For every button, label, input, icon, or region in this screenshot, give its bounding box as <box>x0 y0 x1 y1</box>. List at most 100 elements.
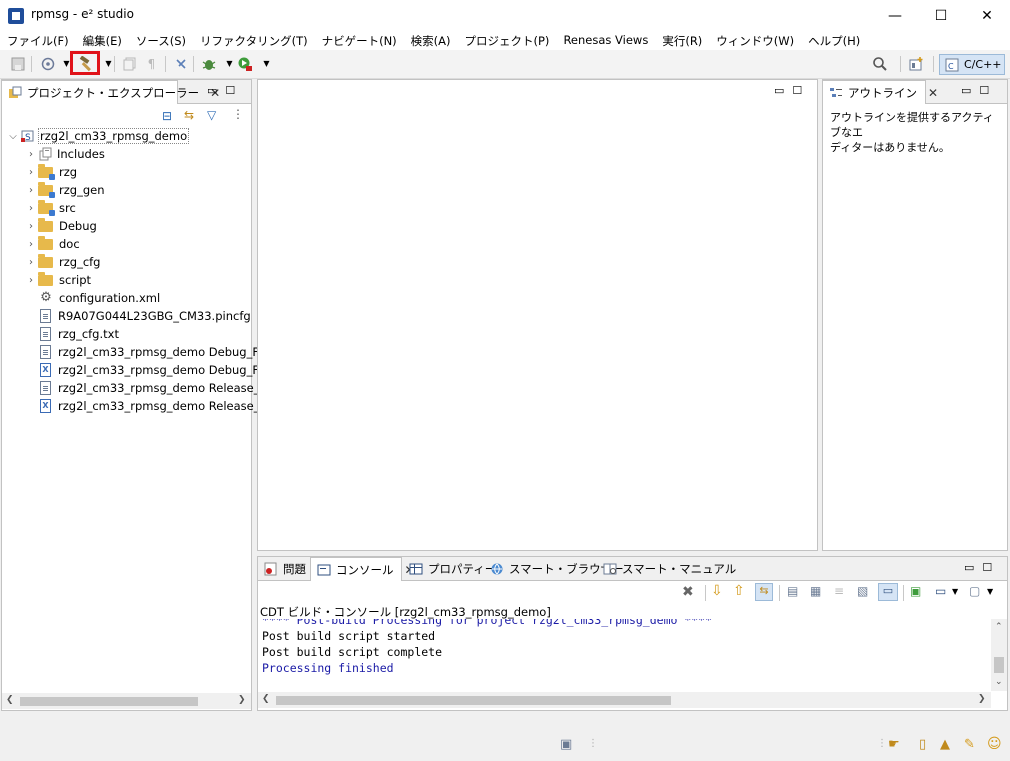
display-console-chevron-icon[interactable]: ▼ <box>952 587 958 596</box>
menu-project[interactable]: プロジェクト(P) <box>458 31 557 50</box>
close-icon[interactable]: ✕ <box>928 86 938 100</box>
menu-source[interactable]: ソース(S) <box>129 31 193 50</box>
tree-row-includes[interactable]: › Includes <box>24 145 105 163</box>
tab-project-explorer[interactable]: プロジェクト・エクスプローラー ✕ <box>1 80 220 104</box>
status-graduation-cap-icon[interactable]: ▲ <box>940 737 950 752</box>
tree-row-debug[interactable]: › Debug <box>24 217 97 235</box>
copy-icon[interactable] <box>121 55 138 72</box>
console-vertical-scrollbar[interactable]: ⌃ ⌄ <box>991 619 1007 691</box>
close-button[interactable]: ✕ <box>964 0 1010 31</box>
next-arrow-down-icon[interactable]: ⇩ <box>711 583 723 599</box>
link-with-editor-icon[interactable]: ⇆ <box>184 108 194 122</box>
run-icon[interactable] <box>236 55 253 72</box>
previous-arrow-up-icon[interactable]: ⇧ <box>733 583 745 599</box>
debug-bug-icon[interactable] <box>200 55 217 72</box>
open-console-icon[interactable]: ▢ <box>969 584 980 598</box>
display-console-icon[interactable]: ▭ <box>935 584 946 598</box>
toggle-mark-icon[interactable] <box>172 55 189 72</box>
scrollbar-thumb[interactable] <box>994 657 1004 673</box>
scroll-right-icon[interactable]: ❯ <box>238 695 246 705</box>
open-console-chevron-icon[interactable]: ▼ <box>987 587 993 596</box>
editor-minimize-maximize-icons[interactable]: ▭☐ <box>774 84 810 97</box>
clear-console-icon[interactable]: ▧ <box>857 584 868 598</box>
tree-row-doc[interactable]: › doc <box>24 235 80 253</box>
tree-row-release-flat-2[interactable]: X rzg2l_cm33_rpmsg_demo Release_Fl <box>38 397 269 415</box>
chevron-right-icon[interactable]: › <box>24 239 38 250</box>
chevron-down-icon[interactable]: ⌵ <box>6 131 20 142</box>
tab-console[interactable]: コンソール ✕ <box>310 557 415 581</box>
fast-view-icon[interactable]: ▣ <box>560 737 572 752</box>
tab-smart-manual[interactable]: スマート・マニュアル <box>597 557 736 581</box>
tree-row-script[interactable]: › script <box>24 271 91 289</box>
console-minimize-maximize-icons[interactable]: ▭☐ <box>964 561 1000 574</box>
cpp-perspective-button[interactable]: C C/C++ <box>939 54 1005 75</box>
copy-console-icon[interactable]: ▤ <box>787 584 798 598</box>
scroll-up-icon[interactable]: ⌃ <box>995 622 1003 632</box>
minimize-button[interactable]: — <box>872 0 918 31</box>
tab-problems[interactable]: 問題 <box>258 557 309 581</box>
scroll-lock-icon[interactable]: ▦ <box>810 584 821 598</box>
pin-console-icon[interactable]: ▣ <box>910 584 921 598</box>
explorer-horizontal-scrollbar[interactable]: ❮ ❯ <box>2 693 251 709</box>
collapse-all-icon[interactable]: ⊟ <box>162 109 172 123</box>
menu-refactor[interactable]: リファクタリング(T) <box>193 31 315 50</box>
scroll-left-icon[interactable]: ❮ <box>6 695 14 705</box>
chevron-right-icon[interactable]: › <box>24 149 38 160</box>
console-horizontal-scrollbar[interactable]: ❮ ❯ <box>258 692 991 708</box>
build-hammer-icon[interactable] <box>77 55 94 72</box>
chevron-right-icon[interactable]: › <box>24 221 38 232</box>
scrollbar-thumb[interactable] <box>276 696 671 705</box>
open-perspective-icon[interactable] <box>908 55 925 72</box>
menu-renesas-views[interactable]: Renesas Views <box>556 31 655 50</box>
chevron-right-icon[interactable]: › <box>24 185 38 196</box>
status-magic-wand-icon[interactable]: ✎ <box>964 737 975 752</box>
chevron-right-icon[interactable]: › <box>24 203 38 214</box>
menu-navigate[interactable]: ナビゲート(N) <box>315 31 404 50</box>
status-book-icon[interactable]: ▯ <box>919 737 926 752</box>
tab-properties[interactable]: プロパティー <box>403 557 496 581</box>
menu-help[interactable]: ヘルプ(H) <box>801 31 867 50</box>
tree-row-project[interactable]: ⌵ S rzg2l_cm33_rpmsg_demo <box>6 127 190 145</box>
tree-row-src[interactable]: › src <box>24 199 76 217</box>
explorer-minimize-maximize-icons[interactable]: ▭☐ <box>207 84 243 97</box>
filter-icon[interactable]: ▽ <box>207 108 216 122</box>
tab-outline[interactable]: アウトライン ✕ <box>822 80 938 104</box>
scrollbar-thumb[interactable] <box>20 697 198 706</box>
status-hand-icon[interactable]: ☛ <box>888 737 900 752</box>
word-wrap-icon[interactable]: ≡ <box>834 584 844 598</box>
status-smiley-icon[interactable]: ☺ <box>987 736 1002 752</box>
search-icon[interactable] <box>871 55 888 72</box>
tree-row-debug-flat-1[interactable]: rzg2l_cm33_rpmsg_demo Debug_Fla <box>38 343 269 361</box>
tree-row-rzg-cfg[interactable]: › rzg_cfg <box>24 253 101 271</box>
menu-window[interactable]: ウィンドウ(W) <box>709 31 801 50</box>
scroll-right-icon[interactable]: ❯ <box>978 694 986 704</box>
console-output[interactable]: **** Post-build Processing for project r… <box>258 619 991 691</box>
tree-row-rzg-gen[interactable]: › rzg_gen <box>24 181 104 199</box>
new-icon[interactable] <box>39 55 56 72</box>
tree-row-configuration-xml[interactable]: ⚙ configuration.xml <box>38 289 160 307</box>
chevron-right-icon[interactable]: › <box>24 275 38 286</box>
menu-search[interactable]: 検索(A) <box>404 31 458 50</box>
tree-row-pincfg[interactable]: R9A07G044L23GBG_CM33.pincfg <box>38 307 251 325</box>
scroll-down-icon[interactable]: ⌄ <box>995 677 1003 687</box>
show-console-on-output-icon[interactable]: ▭ <box>878 583 898 601</box>
scroll-left-icon[interactable]: ❮ <box>262 694 270 704</box>
menu-edit[interactable]: 編集(E) <box>76 31 129 50</box>
menu-file[interactable]: ファイル(F) <box>0 31 76 50</box>
tree-row-debug-flat-2[interactable]: X rzg2l_cm33_rpmsg_demo Debug_Fla <box>38 361 269 379</box>
tree-row-rzg[interactable]: › rzg <box>24 163 77 181</box>
tree-row-rzg-cfg-txt[interactable]: rzg_cfg.txt <box>38 325 119 343</box>
chevron-right-icon[interactable]: › <box>24 167 38 178</box>
link-toggle-icon[interactable]: ⇆ <box>755 583 773 601</box>
pilcrow-icon[interactable]: ¶ <box>143 55 160 72</box>
save-icon[interactable] <box>9 55 26 72</box>
run-dropdown-chevron-icon[interactable]: ▼ <box>258 55 275 72</box>
tree-row-release-flat-1[interactable]: rzg2l_cm33_rpmsg_demo Release_Fl <box>38 379 269 397</box>
terminate-clear-icon[interactable]: ✖ <box>682 584 694 600</box>
menu-run[interactable]: 実行(R) <box>655 31 709 50</box>
tab-smart-browser[interactable]: スマート・ブラウザー <box>484 557 624 581</box>
outline-minimize-maximize-icons[interactable]: ▭☐ <box>961 84 997 97</box>
chevron-right-icon[interactable]: › <box>24 257 38 268</box>
view-menu-icon[interactable]: ⋮ <box>232 107 244 121</box>
maximize-button[interactable]: ☐ <box>918 0 964 31</box>
